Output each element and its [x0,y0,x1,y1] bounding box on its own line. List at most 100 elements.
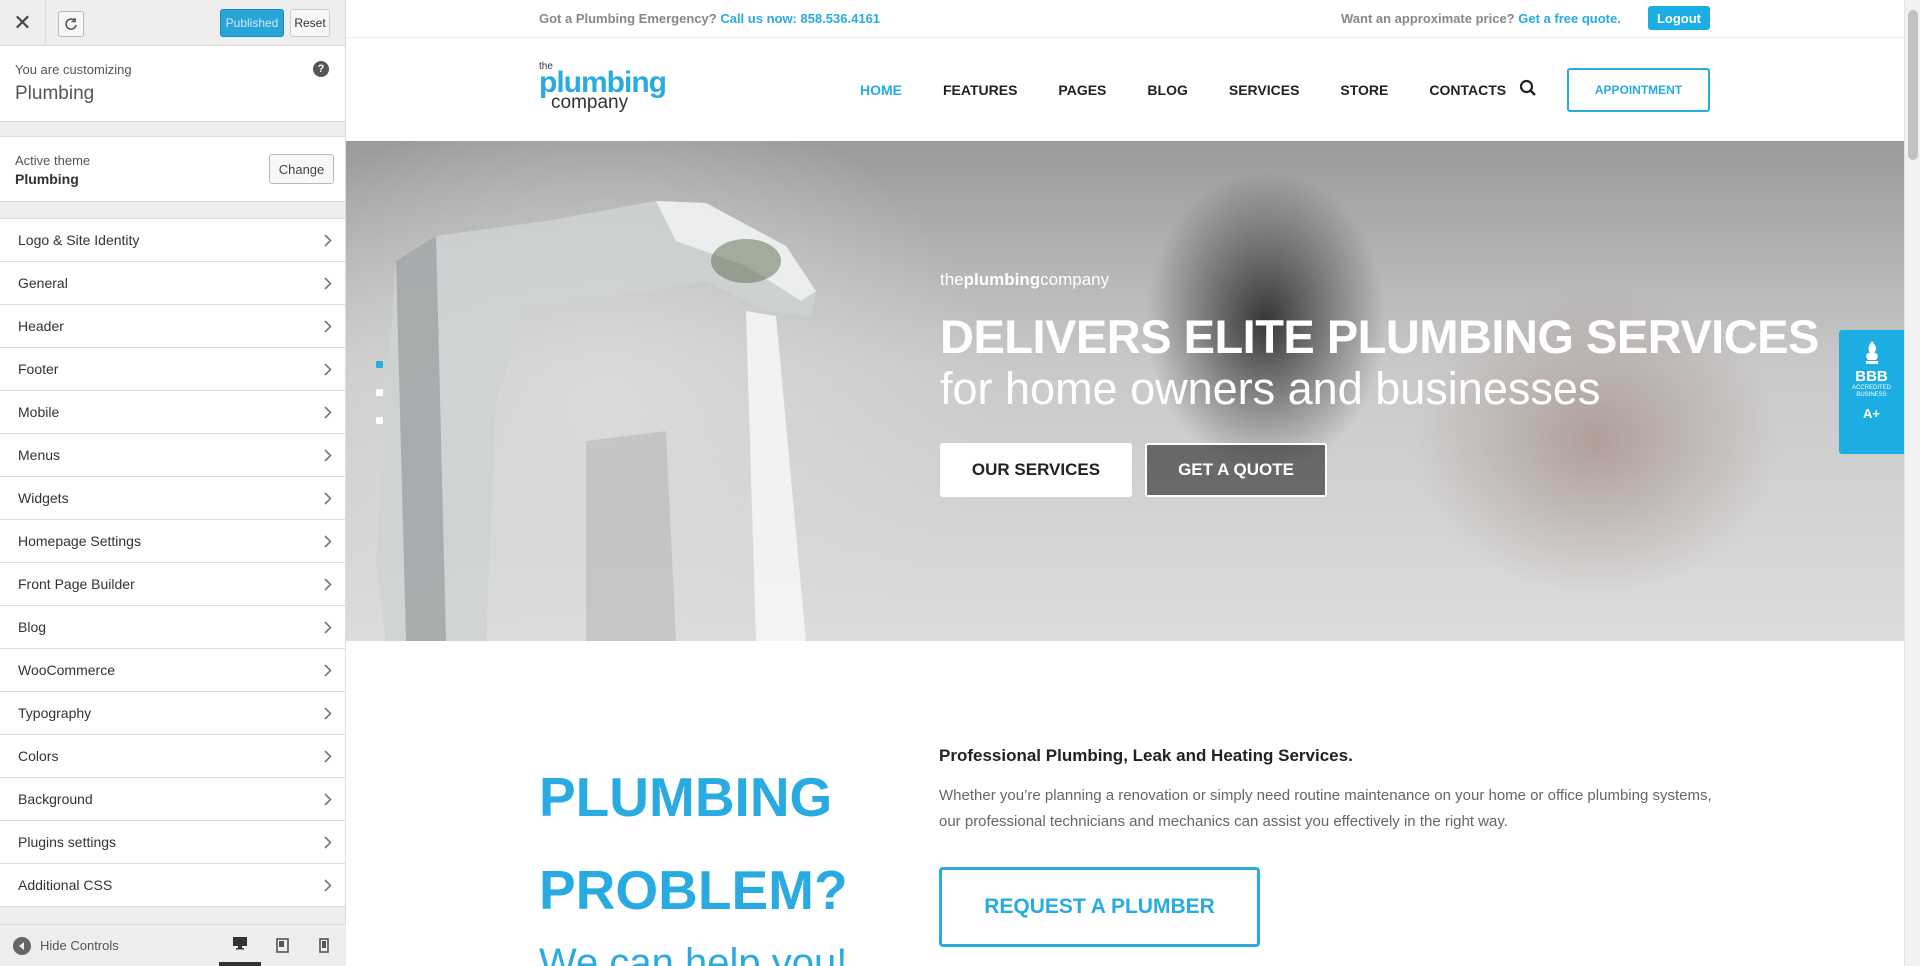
call-link[interactable]: Call us now: 858.536.4161 [720,11,880,26]
slider-dot[interactable] [376,417,383,424]
customizer-footer: Hide Controls [0,924,346,966]
reset-button[interactable]: Reset [290,9,330,37]
section-label: Logo & Site Identity [18,232,140,248]
nav-item-home[interactable]: HOME [860,82,902,98]
customizer-section-item[interactable]: Footer [0,348,345,391]
chevron-right-icon [311,792,345,806]
brand-the: the [940,270,964,289]
section-label: Typography [18,705,92,721]
section-label: Header [18,318,64,334]
scrollbar-thumb[interactable] [1908,10,1918,160]
services-description: Whether you’re planning a renovation or … [939,787,1712,830]
customizer-sidebar: ✕ Published Reset You are customizing Pl… [0,0,346,966]
nav-item-pages[interactable]: PAGES [1058,82,1106,98]
chevron-right-icon [311,620,345,634]
search-icon[interactable] [1519,79,1537,102]
section-label: Blog [18,619,47,635]
chevron-right-icon [311,491,345,505]
our-services-button[interactable]: OUR SERVICES [940,443,1132,497]
customizer-section-item[interactable]: Homepage Settings [0,520,345,563]
customizer-section-item[interactable]: General [0,262,345,305]
problem-title-line1: PLUMBING [539,766,833,828]
nav-item-store[interactable]: STORE [1340,82,1388,98]
customizer-section-item[interactable]: Menus [0,434,345,477]
slider-pagination [376,361,383,445]
section-label: Homepage Settings [18,533,141,549]
brand-plumbing: plumbing [963,270,1041,289]
customizing-label: You are customizing [15,62,132,77]
chevron-right-icon [311,534,345,548]
customizer-section-item[interactable]: Blog [0,606,345,649]
chevron-right-icon [311,835,345,849]
customizer-section-item[interactable]: Logo & Site Identity [0,219,345,262]
slider-dot[interactable] [376,389,383,396]
site-preview: Got a Plumbing Emergency? Call us now: 8… [346,0,1904,966]
hero-slider: theplumbingcompany DELIVERS ELITE PLUMBI… [346,141,1904,641]
customizer-section-item[interactable]: Colors [0,735,345,778]
section-label: Footer [18,361,59,377]
emergency-text: Got a Plumbing Emergency? [539,11,717,26]
active-theme-panel: Active theme Plumbing Change [0,136,345,202]
section-label: Additional CSS [18,877,113,893]
customizer-section-item[interactable]: Background [0,778,345,821]
published-button[interactable]: Published [220,9,284,37]
customizer-section-item[interactable]: Additional CSS [0,864,345,907]
hide-controls-button[interactable]: Hide Controls [13,936,119,955]
nav-item-blog[interactable]: BLOG [1147,82,1187,98]
nav-item-features[interactable]: FEATURES [943,82,1017,98]
customizer-section-item[interactable]: Front Page Builder [0,563,345,606]
chevron-right-icon [311,878,345,892]
customizer-section-item[interactable]: WooCommerce [0,649,345,692]
nav-item-contacts[interactable]: CONTACTS [1429,82,1506,98]
hero-brand: theplumbingcompany [940,270,1109,290]
hide-controls-label: Hide Controls [40,938,119,953]
tablet-preview-icon[interactable] [261,924,303,966]
close-icon[interactable]: ✕ [0,0,46,45]
request-plumber-button[interactable]: REQUEST A PLUMBER [939,867,1260,947]
chevron-right-icon [311,319,345,333]
section-label: Menus [18,447,61,463]
nav-item-services[interactable]: SERVICES [1229,82,1300,98]
price-info: Want an approximate price? Get a free qu… [1341,11,1621,26]
page-scrollbar[interactable] [1904,0,1920,966]
customizer-section-item[interactable]: Typography [0,692,345,735]
help-subtitle: We can help you! [539,941,848,966]
section-label: Mobile [18,404,60,420]
bbb-badge[interactable]: BBB ACCREDITED BUSINESS A+ [1839,330,1904,454]
bbb-logo: BBB [1855,368,1888,385]
problem-title-line2: PROBLEM? [539,859,848,921]
site-logo[interactable]: the plumbing company [539,62,667,113]
section-label: Plugins settings [18,834,117,850]
mobile-preview-icon[interactable] [303,924,345,966]
change-theme-button[interactable]: Change [269,154,334,184]
hero-subtitle: for home owners and businesses [940,363,1601,414]
chevron-right-icon [311,405,345,419]
top-bar: Got a Plumbing Emergency? Call us now: 8… [346,0,1904,38]
main-navigation: HOME FEATURES PAGES BLOG SERVICES STORE CONTAC… [860,82,1547,98]
quote-link[interactable]: Get a free quote. [1518,11,1621,26]
desktop-preview-icon[interactable] [219,924,261,966]
help-icon[interactable]: ? [313,61,329,77]
get-quote-button[interactable]: GET A QUOTE [1145,443,1327,497]
customizing-info: You are customizing Plumbing ? [0,46,345,122]
chevron-right-icon [311,577,345,591]
chevron-right-icon [311,362,345,376]
chevron-right-icon [311,448,345,462]
brand-company: company [1040,270,1110,289]
site-name: Plumbing [15,83,95,104]
customizer-section-item[interactable]: Widgets [0,477,345,520]
appointment-button[interactable]: APPOINTMENT [1567,68,1710,112]
customizer-section-item[interactable]: Header [0,305,345,348]
chevron-right-icon [311,233,345,247]
customizer-section-item[interactable]: Plugins settings [0,821,345,864]
refresh-icon[interactable] [58,11,84,37]
collapse-arrow-icon [13,936,31,955]
services-heading: Professional Plumbing, Leak and Heating … [939,746,1353,765]
price-text: Want an approximate price? [1341,11,1515,26]
hero-title: DELIVERS ELITE PLUMBING SERVICES [940,310,1819,363]
slider-dot[interactable] [376,361,383,368]
bbb-accredited: ACCREDITED BUSINESS [1851,385,1891,398]
customizer-header: ✕ Published Reset [0,0,345,46]
logout-button[interactable]: Logout [1648,6,1710,30]
customizer-section-item[interactable]: Mobile [0,391,345,434]
